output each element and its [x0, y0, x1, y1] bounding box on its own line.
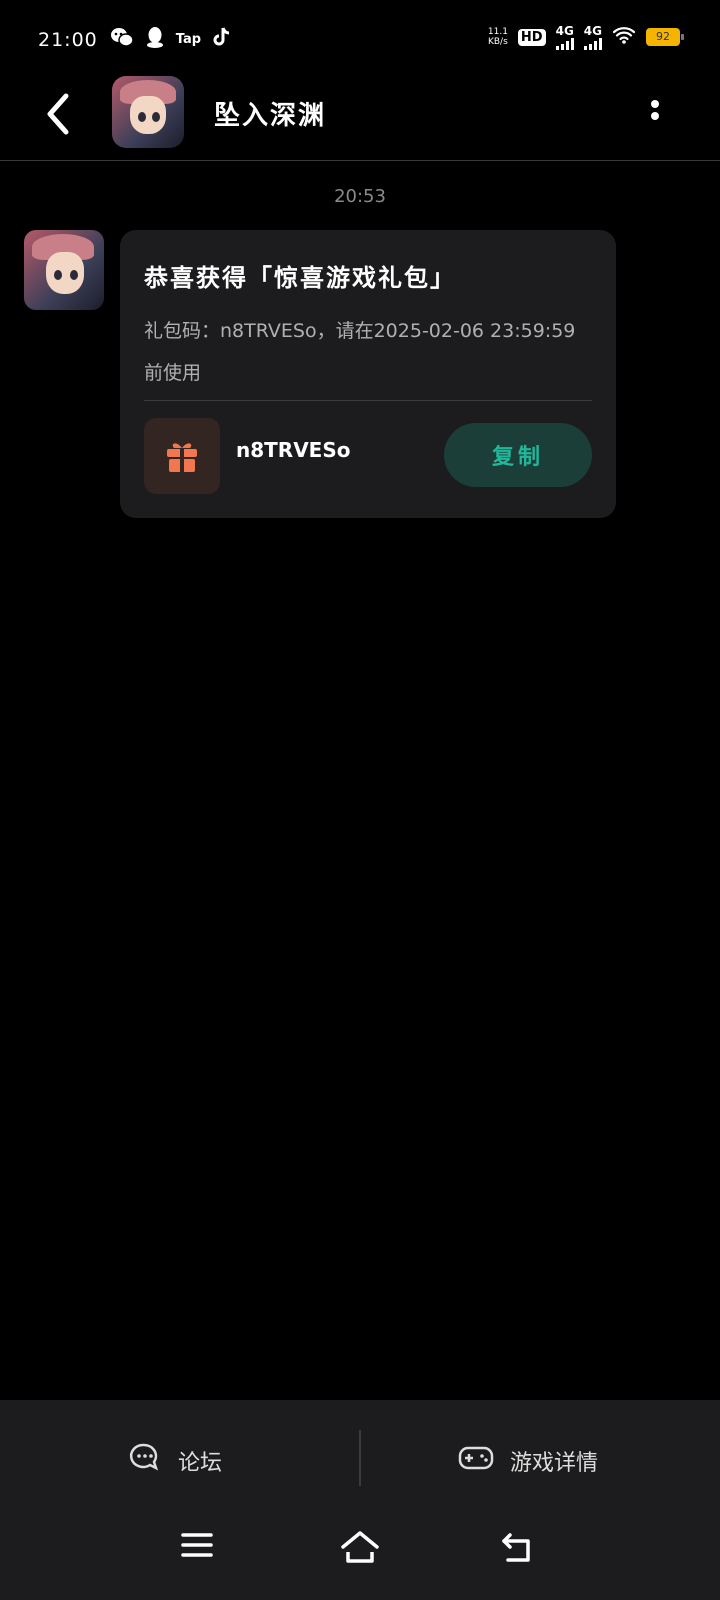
forum-label: 论坛 — [178, 1451, 223, 1476]
back-button[interactable] — [40, 92, 80, 136]
battery-icon: 92 — [646, 28, 684, 46]
net-speed-unit: KB/s — [487, 37, 508, 47]
sender-avatar[interactable] — [24, 230, 104, 310]
status-right: 11.1 KB/s HD 4G 4G 92 — [488, 24, 684, 50]
gamepad-icon — [458, 1443, 494, 1479]
signal-1-label: 4G — [555, 24, 574, 38]
status-left: 21:00 Tap — [38, 26, 231, 53]
signal-2-label: 4G — [583, 24, 602, 38]
qq-icon — [146, 26, 164, 53]
card-divider — [144, 400, 592, 401]
gift-message-card: 恭喜获得「惊喜游戏礼包」 礼包码：n8TRVESo，请在2025-02-06 2… — [120, 230, 616, 518]
chat-header — [0, 70, 720, 161]
gift-icon — [144, 418, 220, 494]
game-details-label: 游戏详情 — [510, 1451, 599, 1476]
page-title: 坠入深渊 — [214, 101, 327, 131]
bottom-bar: 论坛 游戏详情 — [0, 1400, 720, 1600]
tab-forum[interactable]: 论坛 — [128, 1436, 222, 1486]
signal-1-icon: 4G — [555, 24, 574, 50]
gift-code: n8TRVESo — [236, 438, 351, 462]
system-nav-bar — [0, 1518, 720, 1578]
network-speed: 11.1 KB/s — [488, 27, 508, 47]
wifi-icon — [612, 25, 636, 50]
clock: 21:00 — [38, 28, 98, 51]
wechat-icon — [110, 26, 134, 53]
forum-icon — [128, 1442, 162, 1480]
gift-card-body: 礼包码：n8TRVESo，请在2025-02-06 23:59:59前使用 — [144, 320, 576, 384]
game-avatar[interactable] — [112, 76, 184, 148]
net-speed-value: 11.1 — [487, 27, 508, 37]
message-timestamp: 20:53 — [334, 186, 386, 207]
menu-icon[interactable] — [180, 1530, 220, 1566]
status-bar: 21:00 Tap 11.1 KB/s HD 4G 4G 92 — [0, 0, 720, 70]
tab-game-details[interactable]: 游戏详情 — [458, 1436, 598, 1486]
home-icon[interactable] — [340, 1530, 380, 1566]
tiktok-icon — [213, 26, 231, 53]
signal-2-icon: 4G — [583, 24, 602, 50]
copy-button[interactable]: 复制 — [444, 423, 592, 487]
back-nav-icon[interactable] — [500, 1530, 540, 1566]
taptap-icon: Tap — [175, 32, 202, 47]
hd-badge: HD — [517, 28, 546, 46]
more-options-button[interactable] — [650, 96, 660, 126]
gift-card-title: 恭喜获得「惊喜游戏礼包」 — [144, 264, 456, 292]
tab-divider — [359, 1430, 361, 1486]
